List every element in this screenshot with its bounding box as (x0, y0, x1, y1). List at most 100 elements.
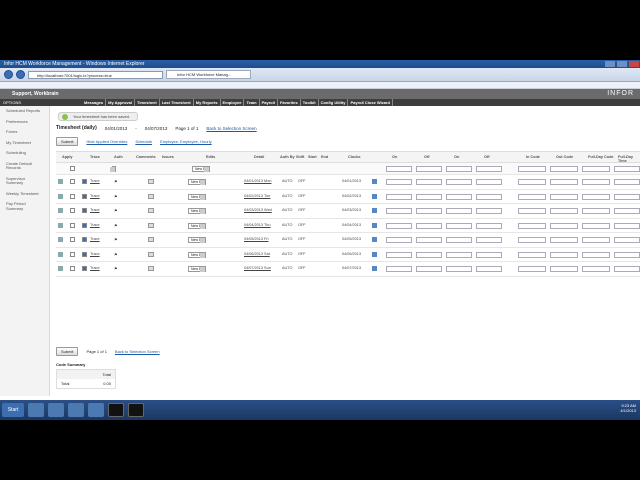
detail-link[interactable]: 04/06/2013 Sat (244, 252, 270, 256)
employee-link[interactable]: Employee: Employee, Hourly (160, 139, 212, 144)
filter-out-code[interactable] (550, 166, 578, 172)
auth-filter-select[interactable] (112, 166, 116, 172)
calendar-icon[interactable] (372, 251, 377, 257)
url-input[interactable]: http://localhost:7001/logic.tx?process=t… (28, 70, 163, 79)
filter-off-2[interactable] (476, 166, 502, 172)
out-code-input[interactable] (550, 222, 578, 229)
in-code-input[interactable] (518, 237, 546, 243)
row-select-checkbox[interactable] (82, 208, 87, 213)
nav-item[interactable]: Scheduled Reports (0, 106, 49, 117)
off-2-input[interactable] (476, 222, 502, 229)
on-1-input[interactable] (386, 251, 412, 258)
menu-item[interactable]: Team (244, 99, 260, 106)
date-to[interactable]: 04/07/2013 (145, 126, 168, 131)
nav-item[interactable]: Create Default Records (0, 159, 49, 174)
in-code-input[interactable] (518, 251, 546, 258)
full-day-time-input[interactable] (614, 251, 640, 258)
filter-on-1[interactable] (386, 166, 412, 172)
calendar-icon[interactable] (372, 222, 377, 228)
minimize-button[interactable] (605, 61, 615, 67)
out-code-input[interactable] (550, 251, 578, 258)
apply-checkbox[interactable] (70, 208, 75, 213)
off-2-input[interactable] (476, 179, 502, 185)
taskbar-app-icon[interactable] (48, 403, 64, 417)
filter-full-day-time[interactable] (614, 166, 640, 172)
in-code-input[interactable] (518, 193, 546, 200)
full-day-time-input[interactable] (614, 222, 640, 229)
on-2-input[interactable] (446, 237, 472, 243)
out-code-input[interactable] (550, 193, 578, 200)
calendar-icon[interactable] (372, 193, 377, 199)
calendar-icon[interactable] (372, 208, 377, 213)
taskbar-app-icon[interactable] (68, 403, 84, 417)
nav-item[interactable]: Pay Period Summary (0, 199, 49, 214)
trace-link[interactable]: Trace (90, 252, 100, 256)
off-2-input[interactable] (476, 208, 502, 214)
edit-select[interactable]: New Edit (188, 222, 207, 229)
edit-select[interactable]: New Edit (188, 251, 207, 258)
comment-icon[interactable] (148, 222, 154, 228)
row-action-icon[interactable] (58, 179, 63, 184)
on-1-input[interactable] (386, 266, 412, 272)
full-day-code-input[interactable] (582, 193, 610, 200)
edit-select[interactable]: New Edit (188, 193, 207, 200)
on-2-input[interactable] (446, 179, 472, 185)
row-action-icon[interactable] (58, 237, 63, 242)
filter-full-day-code[interactable] (582, 166, 610, 172)
on-1-input[interactable] (386, 193, 412, 200)
submit-button-bottom[interactable]: Submit (56, 347, 79, 356)
row-select-checkbox[interactable] (82, 266, 87, 271)
comment-icon[interactable] (148, 208, 154, 213)
off-1-input[interactable] (416, 222, 442, 229)
on-1-input[interactable] (386, 208, 412, 214)
menu-item[interactable]: Messages (82, 99, 107, 106)
row-select-checkbox[interactable] (82, 251, 87, 257)
on-1-input[interactable] (386, 222, 412, 229)
row-action-icon[interactable] (58, 208, 63, 213)
nav-item[interactable]: Scheduling (0, 148, 49, 159)
full-day-code-input[interactable] (582, 266, 610, 272)
trace-link[interactable]: Trace (90, 237, 100, 241)
in-code-input[interactable] (518, 222, 546, 229)
calendar-icon[interactable] (372, 237, 377, 242)
trace-link[interactable]: Trace (90, 266, 100, 270)
full-day-time-input[interactable] (614, 179, 640, 185)
menu-item[interactable]: Last Timesheet (160, 99, 194, 106)
menu-item[interactable]: Favorites (278, 99, 301, 106)
menu-item[interactable]: My Approval (106, 99, 135, 106)
on-2-input[interactable] (446, 251, 472, 258)
calendar-icon[interactable] (372, 266, 377, 271)
row-action-icon[interactable] (58, 266, 63, 271)
nav-item[interactable]: Preferences (0, 117, 49, 128)
in-code-input[interactable] (518, 179, 546, 185)
date-from[interactable]: 04/01/2013 (105, 126, 128, 131)
back-to-selection-link-bottom[interactable]: Back to Selection Screen (115, 349, 160, 354)
on-1-input[interactable] (386, 237, 412, 243)
apply-checkbox[interactable] (70, 237, 75, 242)
off-1-input[interactable] (416, 208, 442, 214)
back-to-selection-link[interactable]: Back to Selection Screen (206, 126, 256, 131)
full-day-time-input[interactable] (614, 237, 640, 243)
out-code-input[interactable] (550, 266, 578, 272)
detail-link[interactable]: 04/02/2013 Tue (244, 194, 270, 198)
filter-in-code[interactable] (518, 166, 546, 172)
close-button[interactable] (629, 61, 639, 67)
row-action-icon[interactable] (58, 222, 63, 228)
row-select-checkbox[interactable] (82, 237, 87, 242)
nav-item[interactable]: Weekly Timesheet (0, 189, 49, 200)
off-2-input[interactable] (476, 251, 502, 258)
filter-off-1[interactable] (416, 166, 442, 172)
off-1-input[interactable] (416, 251, 442, 258)
out-code-input[interactable] (550, 237, 578, 243)
menu-item[interactable]: Toolkit (301, 99, 319, 106)
row-action-icon[interactable] (58, 193, 63, 199)
options-label[interactable]: OPTIONS (0, 99, 24, 106)
hide-overrides-link[interactable]: Hide Applied Overrides (86, 139, 127, 144)
nav-item[interactable]: Forms (0, 127, 49, 138)
menu-item[interactable]: Config Utility (319, 99, 349, 106)
in-code-input[interactable] (518, 208, 546, 214)
in-code-input[interactable] (518, 266, 546, 272)
row-action-icon[interactable] (58, 251, 63, 257)
on-2-input[interactable] (446, 222, 472, 229)
detail-link[interactable]: 04/03/2013 Wed (244, 208, 272, 212)
